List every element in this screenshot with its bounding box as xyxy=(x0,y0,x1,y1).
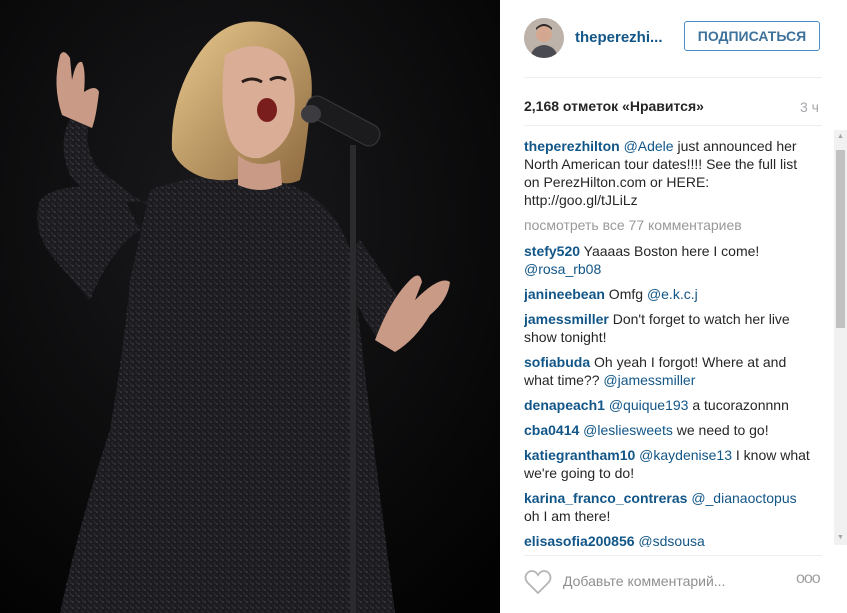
comment-username[interactable]: stefy520 xyxy=(524,243,580,259)
comment-username[interactable]: janineebean xyxy=(524,286,605,302)
divider xyxy=(524,77,822,78)
comment-item: sofiabuda Oh yeah I forgot! Where at and… xyxy=(524,353,812,389)
comment-username[interactable]: katiegrantham10 xyxy=(524,447,635,463)
scroll-down-arrow-icon[interactable]: ▼ xyxy=(834,531,847,545)
comment-username[interactable]: jamessmiller xyxy=(524,311,609,327)
caption-mention[interactable]: @Adele xyxy=(624,138,674,154)
comment-item: elisasofia200856 @sdsousa xyxy=(524,532,812,547)
scrollbar-thumb[interactable] xyxy=(836,150,845,328)
view-all-comments-link[interactable]: посмотреть все 77 комментариев xyxy=(524,216,812,234)
likes-count[interactable]: 2,168 отметок «Нравится» xyxy=(524,98,704,114)
heart-outline-icon xyxy=(524,570,552,595)
comment-item: janineebean Omfg @e.k.c.j xyxy=(524,285,812,303)
comments-scrollbar[interactable]: ▲ ▼ xyxy=(834,130,847,545)
post-time[interactable]: 3 ч xyxy=(800,99,819,115)
comment-username[interactable]: cba0414 xyxy=(524,422,579,438)
comment-item: cba0414 @lesliesweets we need to go! xyxy=(524,421,812,439)
comment-text: Yaaaas Boston here I come! xyxy=(580,243,760,259)
instagram-post: theperezhi... ПОДПИСАТЬСЯ 2,168 отметок … xyxy=(0,0,847,613)
comment-username[interactable]: karina_franco_contreras xyxy=(524,490,687,506)
post-photo[interactable] xyxy=(0,0,500,613)
comment-item: karina_franco_contreras @_dianaoctopus o… xyxy=(524,489,812,525)
comment-text: Omfg xyxy=(604,286,647,302)
comment-mention[interactable]: @jamessmiller xyxy=(603,372,695,388)
like-heart-icon[interactable] xyxy=(524,569,552,595)
comment-mention[interactable]: @_dianaoctopus xyxy=(691,490,796,506)
comment-text: oh I am there! xyxy=(524,508,611,524)
comment-mention[interactable]: @kaydenise13 xyxy=(639,447,732,463)
comment-item: denapeach1 @quique193 a tucorazonnnn xyxy=(524,396,812,414)
username-link[interactable]: theperezhi... xyxy=(575,29,663,46)
follow-button[interactable]: ПОДПИСАТЬСЯ xyxy=(684,21,820,51)
divider xyxy=(524,125,822,126)
comment-text: we need to go! xyxy=(672,422,769,438)
comment-mention[interactable]: @lesliesweets xyxy=(583,422,673,438)
comment-text: a tucorazonnnn xyxy=(688,397,789,413)
divider xyxy=(524,555,822,556)
post-header: theperezhi... ПОДПИСАТЬСЯ xyxy=(524,18,824,58)
comment-mention[interactable]: @quique193 xyxy=(609,397,689,413)
caption: theperezhilton @Adele just announced her… xyxy=(524,137,812,209)
comment-username[interactable]: elisasofia200856 xyxy=(524,533,635,547)
avatar[interactable] xyxy=(524,18,564,58)
comment-username[interactable]: denapeach1 xyxy=(524,397,605,413)
comment-item: stefy520 Yaaaas Boston here I come! @ros… xyxy=(524,242,812,278)
add-comment-input[interactable]: Добавьте комментарий... xyxy=(563,573,725,589)
more-options-icon[interactable]: ooo xyxy=(796,570,821,588)
comment-mention[interactable]: @e.k.c.j xyxy=(647,286,698,302)
caption-username[interactable]: theperezhilton xyxy=(524,138,620,154)
comment-item: katiegrantham10 @kaydenise13 I know what… xyxy=(524,446,812,482)
scroll-up-arrow-icon[interactable]: ▲ xyxy=(834,130,847,144)
comment-mention[interactable]: @sdsousa xyxy=(638,533,704,547)
comments-list: theperezhilton @Adele just announced her… xyxy=(524,137,812,547)
avatar-image xyxy=(524,18,564,58)
singer-on-stage-image xyxy=(0,0,500,613)
post-side-panel: theperezhi... ПОДПИСАТЬСЯ 2,168 отметок … xyxy=(500,0,847,613)
comment-username[interactable]: sofiabuda xyxy=(524,354,590,370)
comment-mention[interactable]: @rosa_rb08 xyxy=(524,261,601,277)
comment-item: jamessmiller Don't forget to watch her l… xyxy=(524,310,812,346)
